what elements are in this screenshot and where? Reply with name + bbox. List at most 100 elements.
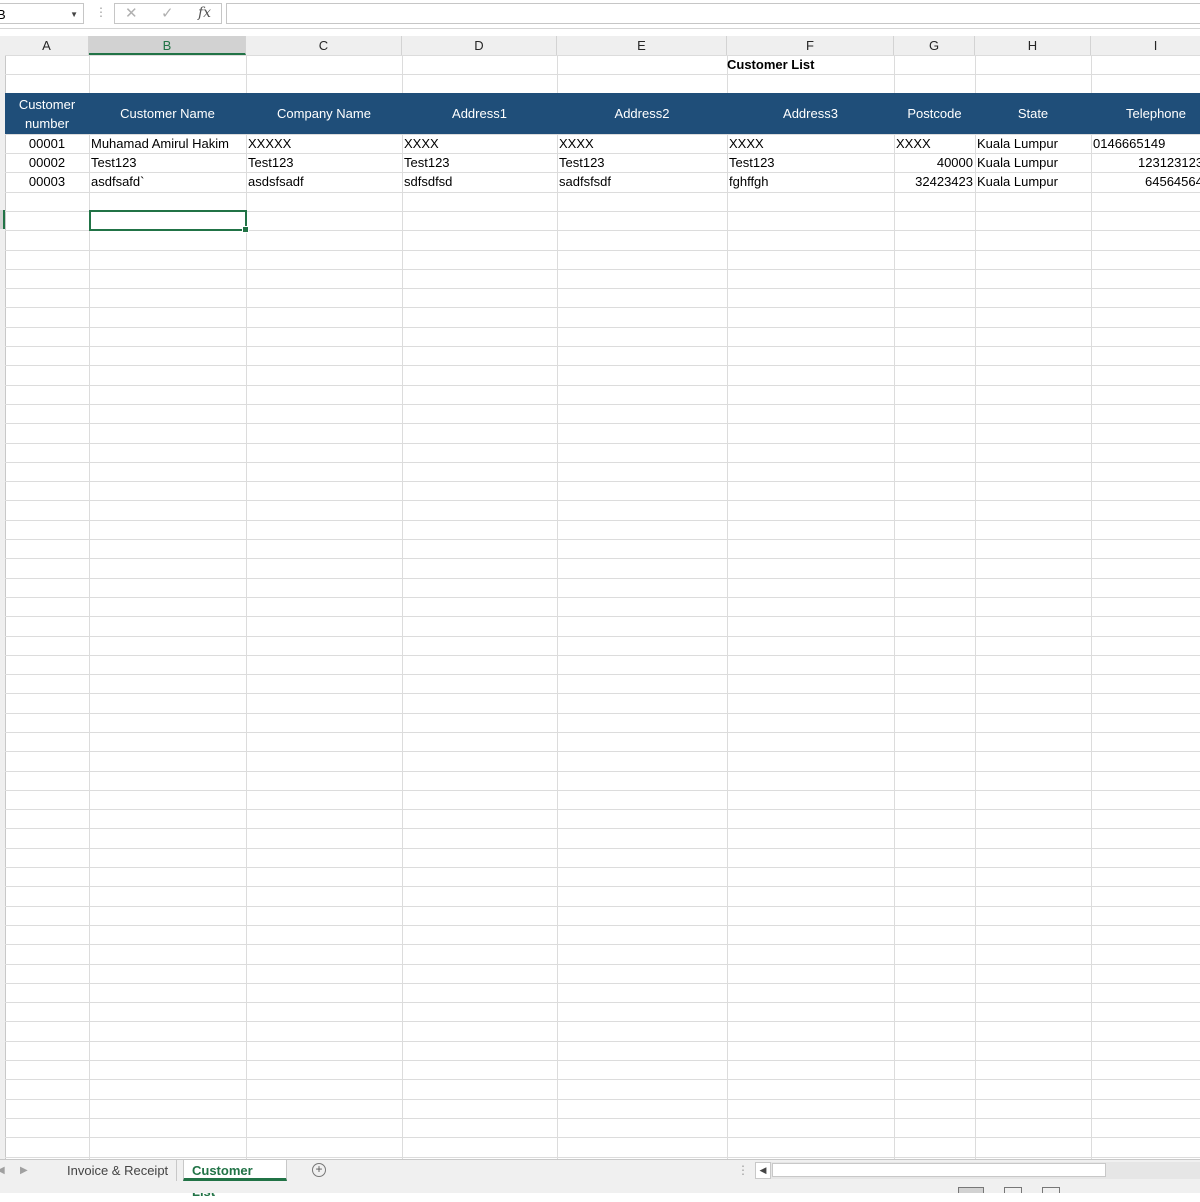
cell-address1[interactable]: sdfsdfsd bbox=[402, 172, 557, 191]
cell-address1[interactable]: Test123 bbox=[402, 153, 557, 172]
gridline-horizontal bbox=[5, 288, 1200, 289]
cell-customer-number[interactable]: 00001 bbox=[5, 134, 89, 153]
cell-address3[interactable]: fghffgh bbox=[727, 172, 894, 191]
cell-postcode[interactable]: 40000 bbox=[894, 153, 975, 172]
sheet-tab-bar: ◀ ▶ Invoice & Receipt Customer List + ⋮ … bbox=[0, 1159, 1200, 1199]
sheet-title[interactable]: Customer List bbox=[727, 56, 817, 74]
cell-customer-name[interactable]: Test123 bbox=[89, 153, 246, 172]
gridline-horizontal bbox=[5, 269, 1200, 270]
gridline-horizontal bbox=[5, 385, 1200, 386]
cell-telephone[interactable]: 0146665149 bbox=[1091, 134, 1200, 153]
page-layout-icon[interactable] bbox=[1004, 1187, 1022, 1193]
header-state[interactable]: State bbox=[975, 93, 1091, 134]
tab-invoice-receipt[interactable]: Invoice & Receipt bbox=[59, 1160, 178, 1181]
gridline-horizontal bbox=[5, 944, 1200, 945]
column-header-d[interactable]: D bbox=[402, 36, 557, 55]
grip-icon[interactable]: ⋮ bbox=[737, 1163, 749, 1177]
insert-function-icon[interactable]: fx bbox=[198, 4, 211, 23]
gridline-horizontal bbox=[5, 1021, 1200, 1022]
column-header-b[interactable]: B bbox=[89, 36, 246, 55]
gridline-horizontal bbox=[5, 1157, 1200, 1158]
gridline-horizontal bbox=[5, 964, 1200, 965]
header-customer-name[interactable]: Customer Name bbox=[89, 93, 246, 134]
horizontal-scrollbar[interactable]: ◀ bbox=[755, 1162, 1200, 1179]
gridline-horizontal bbox=[5, 771, 1200, 772]
cell-customer-name[interactable]: Muhamad Amirul Hakim bbox=[89, 134, 246, 153]
cell-state[interactable]: Kuala Lumpur bbox=[975, 172, 1091, 191]
gridline-horizontal bbox=[5, 809, 1200, 810]
normal-view-icon[interactable] bbox=[958, 1187, 984, 1193]
cell-telephone[interactable]: 64564564 bbox=[1091, 172, 1200, 191]
tab-customer-list[interactable]: Customer List bbox=[183, 1160, 287, 1199]
gridline-horizontal bbox=[5, 751, 1200, 752]
gridline-horizontal bbox=[5, 74, 1200, 75]
cell-customer-name[interactable]: asdfsafd` bbox=[89, 172, 246, 191]
gridline-horizontal bbox=[5, 636, 1200, 637]
gridline-horizontal bbox=[5, 558, 1200, 559]
gridline-horizontal bbox=[5, 674, 1200, 675]
header-company-name[interactable]: Company Name bbox=[246, 93, 402, 134]
cell-state[interactable]: Kuala Lumpur bbox=[975, 134, 1091, 153]
cell-address3[interactable]: XXXX bbox=[727, 134, 894, 153]
header-customer-number[interactable]: Customer number bbox=[5, 93, 89, 134]
cell-postcode[interactable]: XXXX bbox=[894, 134, 975, 153]
cell-customer-number[interactable]: 00002 bbox=[5, 153, 89, 172]
cancel-icon[interactable]: ✕ bbox=[125, 4, 138, 23]
add-sheet-icon[interactable]: + bbox=[312, 1163, 326, 1177]
cell-address3[interactable]: Test123 bbox=[727, 153, 894, 172]
gridline-vertical bbox=[402, 55, 403, 1159]
scroll-tabs-right-icon[interactable]: ▶ bbox=[20, 1162, 28, 1180]
column-header-g[interactable]: G bbox=[894, 36, 975, 55]
scrollbar-thumb[interactable] bbox=[772, 1163, 1106, 1177]
active-cell-selection[interactable] bbox=[89, 210, 249, 233]
row-headers[interactable] bbox=[0, 55, 6, 1159]
header-address3[interactable]: Address3 bbox=[727, 93, 894, 134]
cell-address2[interactable]: XXXX bbox=[557, 134, 727, 153]
column-header-e[interactable]: E bbox=[557, 36, 727, 55]
header-address2[interactable]: Address2 bbox=[557, 93, 727, 134]
cell-state[interactable]: Kuala Lumpur bbox=[975, 153, 1091, 172]
formula-input[interactable] bbox=[226, 3, 1200, 24]
selected-row-marker bbox=[0, 210, 5, 229]
column-header-f[interactable]: F bbox=[727, 36, 894, 55]
fill-handle[interactable] bbox=[242, 226, 249, 233]
cell-company-name[interactable]: asdsfsadf bbox=[246, 172, 402, 191]
gridline-horizontal bbox=[5, 578, 1200, 579]
header-address1[interactable]: Address1 bbox=[402, 93, 557, 134]
worksheet[interactable]: A B C D E F G H I Customer List Customer… bbox=[0, 36, 1200, 1159]
name-box[interactable]: B ▼ bbox=[0, 3, 84, 24]
column-header-i[interactable]: I bbox=[1091, 36, 1200, 55]
gridline-horizontal bbox=[5, 1137, 1200, 1138]
column-header-h[interactable]: H bbox=[975, 36, 1091, 55]
gridline-horizontal bbox=[5, 423, 1200, 424]
cell-company-name[interactable]: Test123 bbox=[246, 153, 402, 172]
chevron-down-icon[interactable]: ▼ bbox=[70, 4, 78, 25]
gridline-horizontal bbox=[5, 848, 1200, 849]
cell-telephone[interactable]: 123123123 bbox=[1091, 153, 1200, 172]
cell-company-name[interactable]: XXXXX bbox=[246, 134, 402, 153]
gridline-horizontal bbox=[5, 828, 1200, 829]
header-telephone[interactable]: Telephone bbox=[1091, 93, 1200, 134]
cell-address2[interactable]: Test123 bbox=[557, 153, 727, 172]
page-break-preview-icon[interactable] bbox=[1042, 1187, 1060, 1193]
gridline-horizontal bbox=[5, 1041, 1200, 1042]
gridline-horizontal bbox=[5, 462, 1200, 463]
header-postcode[interactable]: Postcode bbox=[894, 93, 975, 134]
gridline-horizontal bbox=[5, 790, 1200, 791]
status-bar bbox=[0, 1181, 1200, 1193]
column-header-a[interactable]: A bbox=[5, 36, 89, 55]
grip-icon[interactable]: ⋮ bbox=[95, 5, 107, 19]
gridline-horizontal bbox=[5, 539, 1200, 540]
gridline-vertical bbox=[557, 55, 558, 1159]
cell-address2[interactable]: sadfsfsdf bbox=[557, 172, 727, 191]
gridline-horizontal bbox=[5, 867, 1200, 868]
cell-postcode[interactable]: 32423423 bbox=[894, 172, 975, 191]
scroll-tabs-left-icon[interactable]: ◀ bbox=[0, 1162, 5, 1180]
check-icon[interactable]: ✓ bbox=[161, 4, 174, 23]
column-header-c[interactable]: C bbox=[246, 36, 402, 55]
cell-address1[interactable]: XXXX bbox=[402, 134, 557, 153]
cell-customer-number[interactable]: 00003 bbox=[5, 172, 89, 191]
gridline-vertical bbox=[975, 55, 976, 1159]
scroll-left-icon[interactable]: ◀ bbox=[755, 1162, 771, 1179]
formula-bar: B ▼ ⋮ ✕ ✓ fx bbox=[0, 0, 1200, 29]
